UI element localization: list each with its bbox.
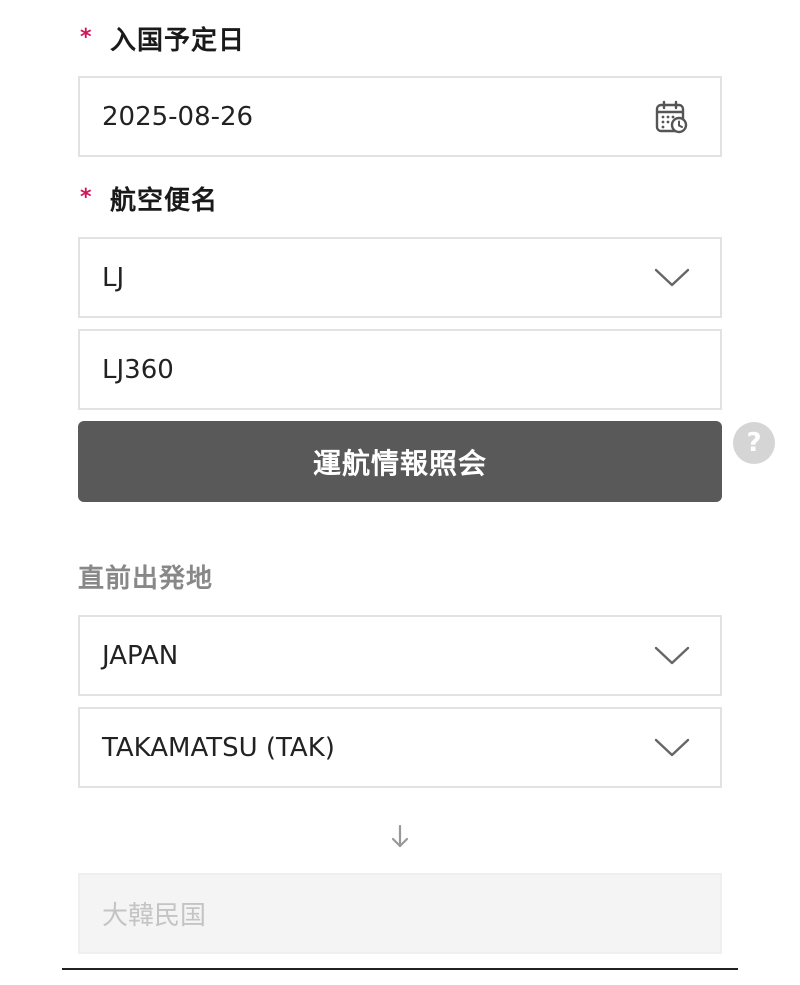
entry-date-value: 2025-08-26 [102, 101, 254, 132]
flight-number-input[interactable]: LJ360 [78, 329, 722, 410]
departure-label: 直前出発地 [78, 563, 214, 594]
flight-number-value: LJ360 [102, 354, 174, 385]
bottom-divider [62, 968, 738, 970]
entry-date-label: 入国予定日 [110, 25, 246, 56]
required-mark: * [80, 25, 92, 50]
calendar-clock-icon[interactable] [654, 99, 690, 135]
flight-label: 航空便名 [110, 185, 219, 216]
chevron-down-icon [654, 268, 690, 286]
entry-date-field[interactable]: 2025-08-26 [78, 76, 722, 157]
destination-country-field: 大韓民国 [78, 873, 722, 954]
departure-country-value: JAPAN [102, 640, 179, 671]
departure-city-value: TAKAMATSU (TAK) [102, 732, 335, 763]
chevron-down-icon [654, 738, 690, 756]
destination-country-value: 大韓民国 [102, 901, 207, 931]
departure-city-select[interactable]: TAKAMATSU (TAK) [78, 707, 722, 788]
departure-country-select[interactable]: JAPAN [78, 615, 722, 696]
entry-date-label-row: * 入国予定日 [78, 18, 245, 58]
flight-lookup-button[interactable]: 運航情報照会 [78, 421, 722, 502]
help-icon[interactable]: ? [733, 422, 775, 464]
arrow-down-icon [391, 824, 409, 848]
airline-select[interactable]: LJ [78, 237, 722, 318]
required-mark: * [80, 185, 92, 210]
flight-label-row: * 航空便名 [78, 178, 218, 218]
chevron-down-icon [654, 646, 690, 664]
airline-value: LJ [102, 262, 125, 293]
departure-label-row: 直前出発地 [78, 556, 213, 596]
